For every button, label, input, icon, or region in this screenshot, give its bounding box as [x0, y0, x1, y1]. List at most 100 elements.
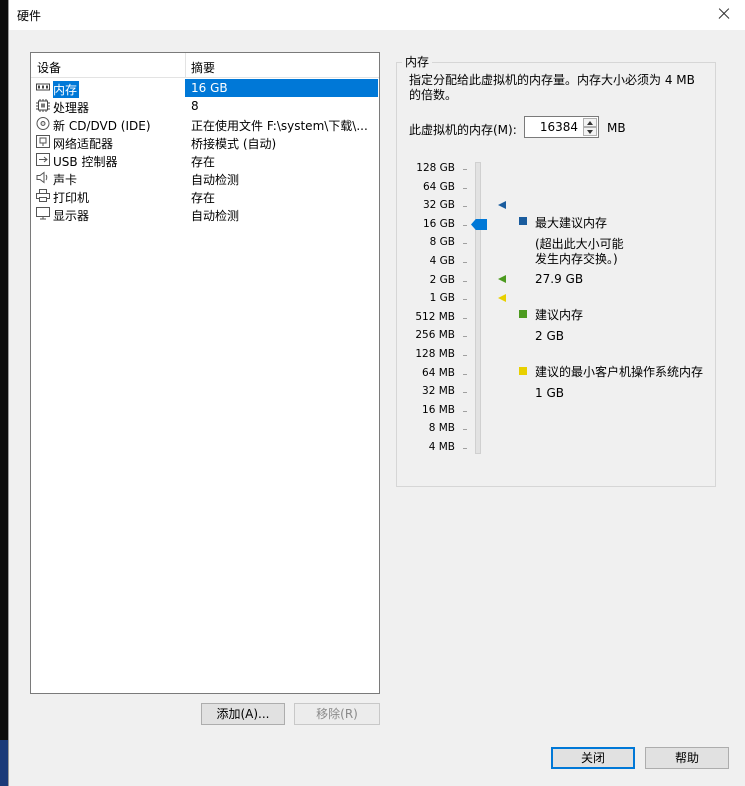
memory-stepper[interactable]: 16384 [524, 116, 599, 138]
scale-label: 512 MB [415, 310, 455, 323]
max-legend-title: 最大建议内存 [535, 216, 608, 230]
recommended-legend-title: 建议内存 [535, 308, 584, 322]
scale-label: 4 MB [428, 441, 455, 453]
increment-button[interactable] [583, 118, 597, 127]
scale-label: 16 GB [422, 217, 455, 230]
list-item-sound-card[interactable]: 声卡 自动检测 [31, 169, 379, 187]
memory-value[interactable]: 16384 [540, 120, 578, 134]
column-header-summary[interactable]: 摘要 [191, 59, 215, 76]
scale-tick [463, 336, 467, 338]
processor-icon [36, 99, 50, 112]
scale-label: 32 GB [422, 199, 455, 212]
scale-label: 64 GB [422, 180, 455, 193]
scale-label: 32 MB [422, 385, 455, 398]
list-item-label: 新 CD/DVD (IDE) [53, 119, 151, 133]
scale-tick [463, 206, 467, 208]
scale-tick [463, 224, 467, 226]
title-bar: 硬件 [9, 0, 745, 30]
scale-label: 4 GB [429, 255, 455, 267]
scale-tick [463, 392, 467, 394]
scale-label: 2 GB [429, 273, 455, 286]
window-title: 硬件 [17, 9, 42, 23]
list-item-usb-controller[interactable]: USB 控制器 存在 [31, 151, 379, 169]
list-header: 设备 摘要 [31, 53, 379, 78]
column-header-device[interactable]: 设备 [37, 59, 61, 76]
scale-tick [463, 187, 467, 189]
max-recommended-marker [498, 201, 506, 209]
minimum-legend-title: 建议的最小客户机操作系统内存 [535, 365, 704, 379]
minimum-legend-swatch [519, 367, 527, 375]
scale-label: 128 GB [416, 162, 455, 174]
display-icon [36, 207, 50, 220]
list-item-summary: 存在 [191, 191, 216, 205]
column-divider[interactable] [185, 53, 186, 77]
scale-label: 64 MB [422, 366, 455, 379]
scale-label: 256 MB [415, 329, 455, 342]
scale-label: 16 MB [422, 403, 455, 416]
max-legend-note: 发生内存交换。) [535, 252, 618, 266]
sound-icon [36, 171, 48, 184]
scale-tick [463, 299, 467, 301]
list-item-cd-dvd[interactable]: 新 CD/DVD (IDE) 正在使用文件 F:\system\下载\... [31, 115, 379, 133]
scale-tick [463, 169, 467, 170]
scale-tick [463, 448, 467, 449]
scale-label: 8 MB [428, 422, 455, 435]
recommended-marker [498, 275, 506, 283]
list-item-label: 打印机 [53, 191, 90, 205]
list-item-label: USB 控制器 [53, 155, 118, 169]
description-line: 的倍数。 [409, 88, 458, 102]
max-legend-note: (超出此大小可能 [535, 237, 624, 251]
scale-tick [463, 262, 467, 263]
cd-dvd-icon [36, 117, 50, 130]
close-button[interactable]: 关闭 [551, 747, 635, 769]
recommended-legend-value: 2 GB [535, 329, 564, 343]
decrement-button[interactable] [583, 127, 597, 136]
list-item-label: 处理器 [53, 101, 90, 115]
memory-icon [36, 83, 50, 91]
scale-tick [463, 280, 467, 282]
scale-tick [463, 429, 467, 431]
list-item-label: 内存 [53, 81, 80, 98]
scale-tick [463, 410, 467, 412]
remove-button[interactable]: 移除(R) [294, 703, 380, 725]
network-adapter-icon [36, 135, 50, 148]
list-item-summary: 16 GB [191, 81, 228, 95]
max-legend-value: 27.9 GB [535, 272, 584, 286]
close-icon[interactable] [714, 4, 734, 24]
list-item-summary: 自动检测 [191, 173, 240, 187]
scale-tick [463, 373, 467, 375]
list-item-label: 显示器 [53, 209, 90, 223]
list-item-summary: 8 [191, 99, 199, 113]
max-legend-swatch [519, 217, 527, 225]
printer-icon [36, 189, 50, 202]
memory-unit: MB [607, 121, 626, 135]
list-item-network-adapter[interactable]: 网络适配器 桥接模式 (自动) [31, 133, 379, 151]
description-line: 指定分配给此虚拟机的内存量。内存大小必须为 4 MB [409, 73, 695, 87]
help-button[interactable]: 帮助 [645, 747, 729, 769]
memory-description: 指定分配给此虚拟机的内存量。内存大小必须为 4 MB 的倍数。 [409, 73, 709, 103]
list-item-processor[interactable]: 处理器 8 [31, 97, 379, 115]
list-item-display[interactable]: 显示器 自动检测 [31, 205, 379, 223]
memory-slider-track[interactable] [475, 162, 481, 454]
list-item-summary: 自动检测 [191, 209, 240, 223]
list-item-label: 声卡 [53, 173, 78, 187]
device-list: 设备 摘要 内存 16 GB 处理器 8 新 CD/DVD (IDE) 正在使用… [30, 52, 380, 694]
minimum-legend-value: 1 GB [535, 386, 564, 400]
list-item-summary: 正在使用文件 F:\system\下载\... [191, 119, 368, 133]
scale-tick [463, 243, 467, 245]
scale-label: 128 MB [415, 348, 455, 360]
list-item-memory[interactable]: 内存 16 GB [31, 79, 379, 98]
hardware-dialog: 硬件 设备 摘要 内存 16 GB 处理器 8 新 CD/DVD (IDE) 正… [8, 0, 745, 786]
list-item-printer[interactable]: 打印机 存在 [31, 187, 379, 205]
memory-label: 此虚拟机的内存(M): [409, 123, 517, 137]
usb-icon [36, 153, 50, 166]
add-button[interactable]: 添加(A)... [201, 703, 285, 725]
scale-tick [463, 355, 467, 356]
scale-label: 8 GB [429, 236, 455, 249]
list-item-summary: 存在 [191, 155, 216, 169]
scale-tick [463, 317, 467, 319]
scale-label: 1 GB [429, 292, 455, 305]
memory-group-title: 内存 [402, 53, 433, 70]
recommended-legend-swatch [519, 310, 527, 318]
list-item-summary: 桥接模式 (自动) [191, 137, 277, 151]
